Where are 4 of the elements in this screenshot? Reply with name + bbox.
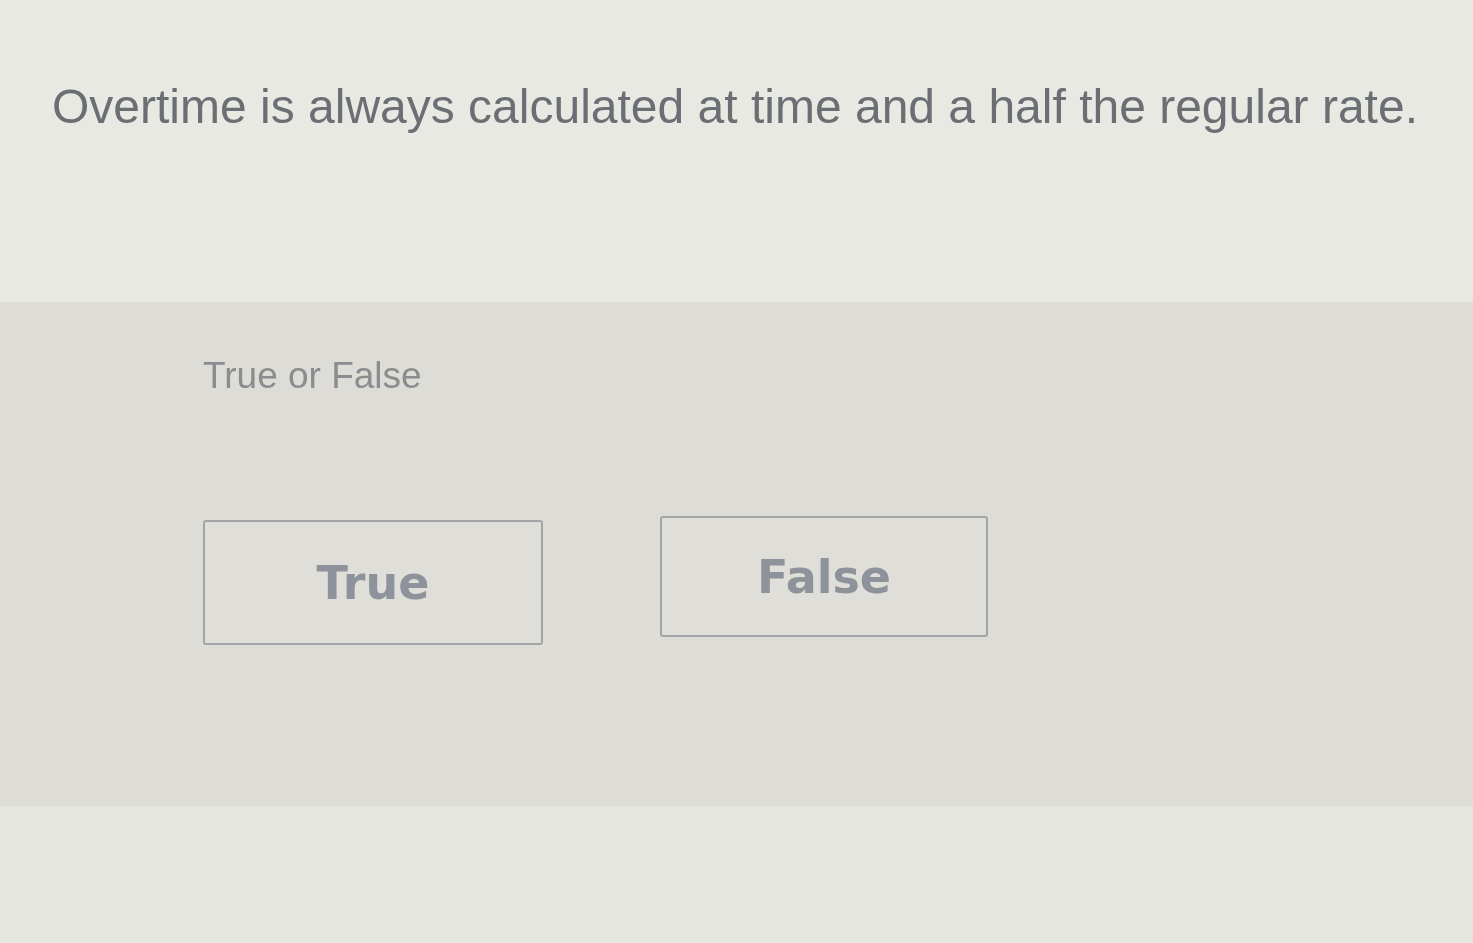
answer-option-button[interactable]: True [203,520,543,646]
question-text: Overtime is always calculated at time and a half the regular rate. [52,79,1418,135]
answer-option-button[interactable]: False [660,516,988,638]
prompt-text: True or False [203,354,422,398]
